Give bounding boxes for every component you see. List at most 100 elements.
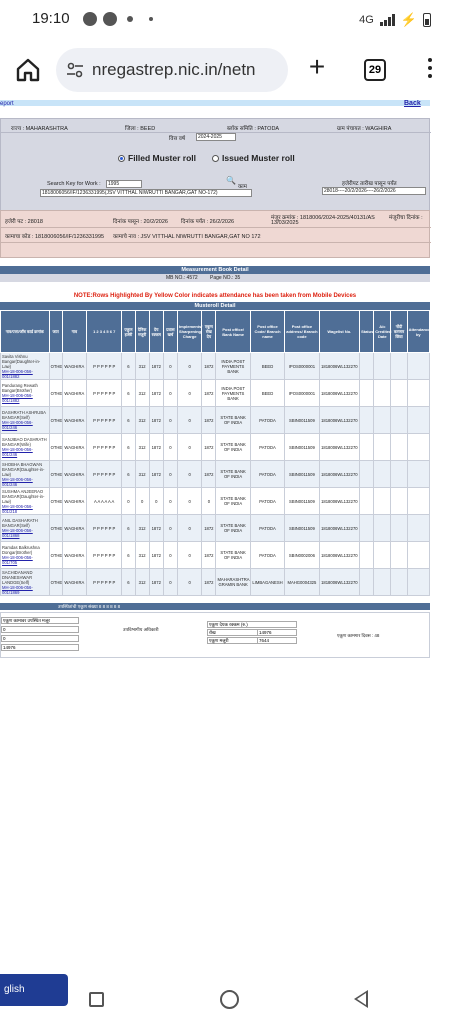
- cell-travel: 0: [162, 406, 179, 434]
- filled-muster-label: Filled Muster roll: [128, 153, 197, 163]
- cell-caste: OTHER: [48, 541, 63, 569]
- url-text[interactable]: nregastrep.nic.in/netn: [92, 60, 282, 80]
- cell-code: IPOS0000001: [284, 379, 320, 407]
- work-select[interactable]: 1818006056/IF/1236331995(JSV VITTHAL NIW…: [40, 189, 252, 197]
- mr-date-select[interactable]: 28018----20/2/2026----26/2/2026: [322, 187, 426, 195]
- cell-wage: 312: [134, 352, 150, 380]
- sanction-date: 13/03/2025: [271, 220, 299, 226]
- cell-wagelist: 1818006WL132270: [318, 406, 361, 434]
- worker-name: SACHIDANAND DNANESHWAR LANDGE(Self): [2, 569, 33, 585]
- column-header: Post office address/ Branch code: [284, 310, 320, 353]
- job-card-link[interactable]: MH-18-006-056-001/705: [2, 555, 48, 565]
- cell-bank: STATE BANK OF INDIA: [215, 460, 251, 488]
- fy-select[interactable]: 2024-2025: [196, 133, 236, 141]
- job-card-link[interactable]: MH-18-006-056-001/1882: [2, 393, 48, 403]
- cell-branch: PATODA: [249, 433, 286, 461]
- charging-icon: ⚡: [400, 12, 417, 27]
- empty-cell: [373, 541, 392, 569]
- cell-total: 1872: [201, 514, 217, 542]
- cell-branch: PATODA: [249, 541, 286, 569]
- empty-cell: [390, 460, 408, 488]
- recents-icon[interactable]: [89, 992, 104, 1007]
- empty-cell: [406, 433, 431, 461]
- empty-cell: [373, 352, 392, 380]
- signal-icon: [379, 14, 395, 26]
- empty-cell: [406, 460, 431, 488]
- home-nav-icon[interactable]: [220, 990, 239, 1009]
- home-icon[interactable]: [14, 56, 42, 84]
- job-card-link[interactable]: MH-18-006-056-001/218: [2, 504, 48, 514]
- cell-due: 1872: [148, 406, 164, 434]
- search-icon[interactable]: 🔍: [226, 176, 236, 185]
- issued-radio-icon[interactable]: [212, 154, 219, 162]
- cell-bank: STATE BANK OF INDIA: [215, 433, 251, 461]
- empty-cell: [359, 514, 375, 542]
- table-row: Ramdas Balkrushna Dongar(Brother) MH-18-0…: [0, 541, 431, 569]
- issued-muster-option[interactable]: Issued Muster roll: [212, 153, 295, 163]
- job-card-link[interactable]: MH-18-006-056-001/1868: [2, 528, 48, 538]
- column-header: Post office/ Bank Name: [215, 310, 251, 353]
- new-tab-icon[interactable]: +: [305, 53, 329, 81]
- search-key-label: Search Key for Work :: [47, 181, 101, 187]
- search-key-input[interactable]: 1995: [106, 180, 142, 188]
- job-card-link[interactable]: MH-18-006-056-001/246: [2, 477, 48, 487]
- mb-detail-row: MB NO.: 4572 Page NO.: 35: [0, 274, 430, 282]
- back-nav-icon[interactable]: [354, 990, 368, 1008]
- muster-table: नाव/पत्ता/जॉब कार्ड क्रमांक जात गाव 1 2 3 4…: [0, 310, 430, 596]
- worker-name: Ramdas Balkrushna Dongar(Brother): [2, 545, 40, 555]
- column-header: देय रक्कम: [148, 310, 164, 353]
- column-header: एकूण हजेरी: [121, 310, 136, 353]
- cell-impl: 0: [176, 433, 203, 461]
- job-card-link[interactable]: MH-18-006-056-001/1882: [2, 369, 48, 379]
- issued-muster-label: Issued Muster roll: [222, 153, 295, 163]
- filled-radio-icon[interactable]: [118, 154, 125, 162]
- empty-cell: [406, 379, 431, 407]
- worker-name: SHOBHA BHAGWAN BANGAR(Daughter-in-Law): [2, 461, 45, 477]
- browser-toolbar: nregastrep.nic.in/netn + 29: [0, 40, 459, 100]
- cell-branch: BEED: [249, 352, 286, 380]
- job-card-link[interactable]: MH-18-006-056-001/246: [2, 447, 48, 457]
- cell-att: P P P P P P: [85, 568, 123, 596]
- cell-caste: OTHER: [48, 433, 63, 461]
- cell-impl: 0: [176, 541, 203, 569]
- cell-code: SBIN0011509: [284, 487, 320, 515]
- back-link[interactable]: Back: [404, 100, 421, 107]
- empty-cell: [390, 514, 408, 542]
- cell-total: 1872: [201, 460, 217, 488]
- cell-total: 1872: [201, 352, 217, 380]
- empty-cell: [406, 352, 431, 380]
- cell-days: 6: [121, 352, 136, 380]
- cell-days: 6: [121, 406, 136, 434]
- table-row: Pandurang Rewath Bangar(Brother) MH-18-00…: [0, 379, 431, 407]
- job-card-link[interactable]: MH-18-006-056-001/246: [2, 420, 48, 430]
- page-number: Page NO.: 35: [210, 275, 241, 281]
- location-row: राज्य : MAHARASHTRA जिला : BEED ब्लॉक सम…: [1, 121, 431, 133]
- empty-cell: [373, 514, 392, 542]
- mr-date-label: हजेरीपट तारीख पासून पर्यंत: [342, 181, 397, 187]
- cell-due: 1872: [148, 379, 164, 407]
- table-row: SUSHMA ANJEERAO BANGAR(Daughter-in-Law) M…: [0, 487, 431, 515]
- cell-wage: 312: [134, 568, 150, 596]
- column-header: प्रवास खर्च: [162, 310, 179, 353]
- address-bar[interactable]: nregastrep.nic.in/netn: [56, 48, 288, 92]
- notification-icon: [83, 12, 97, 26]
- state-label: राज्य : MAHARASHTRA: [11, 126, 68, 132]
- tab-switcher-button[interactable]: 29: [364, 59, 386, 81]
- cell-due: 1872: [148, 352, 164, 380]
- cell-wage: 0: [134, 487, 150, 515]
- cell-caste: OTHER: [48, 379, 63, 407]
- cell-due: 1872: [148, 514, 164, 542]
- worker-name: SUSHMA ANJEERAO BANGAR(Daughter-in-Law): [2, 488, 45, 504]
- cell-wagelist: 1818006WL132270: [318, 487, 361, 515]
- report-label: eport: [0, 101, 14, 107]
- more-menu-icon[interactable]: [426, 58, 434, 82]
- filled-muster-option[interactable]: Filled Muster roll: [118, 153, 196, 163]
- cell-att: A A A A A A: [85, 487, 123, 515]
- cell-days: 6: [121, 433, 136, 461]
- cell-wagelist: 1818006WL132270: [318, 568, 361, 596]
- language-button[interactable]: glish: [0, 974, 68, 1006]
- site-settings-icon[interactable]: [66, 62, 84, 78]
- worker-cell: SHOBHA BHAGWAN BANGAR(Daughter-in-Law) MH…: [0, 460, 50, 488]
- mr-number: हजेरी पट : 28018: [5, 219, 43, 225]
- job-card-link[interactable]: MH-18-006-056-001/1869: [2, 585, 48, 595]
